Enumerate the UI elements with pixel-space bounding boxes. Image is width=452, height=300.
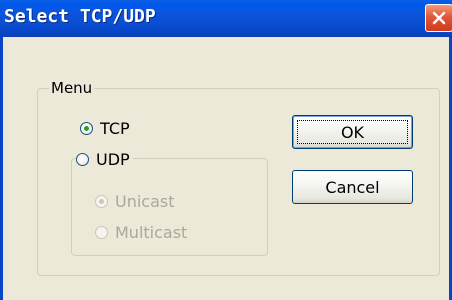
multicast-radio-option: Multicast — [95, 222, 188, 242]
multicast-radio-button — [95, 225, 108, 239]
tcp-radio-label: TCP — [100, 118, 130, 138]
unicast-radio-label: Unicast — [115, 191, 175, 211]
unicast-radio-option: Unicast — [95, 191, 175, 211]
window-border-left — [0, 37, 3, 300]
udp-radio-option[interactable]: UDP — [76, 149, 133, 169]
cancel-button[interactable]: Cancel — [292, 170, 413, 204]
udp-radio-label: UDP — [96, 149, 130, 169]
cancel-button-label: Cancel — [325, 177, 380, 197]
ok-button[interactable]: OK — [292, 115, 413, 149]
tcp-radio-button[interactable] — [80, 121, 93, 135]
tcp-radio-option[interactable]: TCP — [80, 118, 130, 138]
title-bar[interactable]: Select TCP/UDP — [0, 0, 452, 37]
udp-radio-button[interactable] — [76, 152, 89, 166]
focus-rectangle — [297, 120, 408, 144]
close-button[interactable] — [425, 4, 452, 32]
close-icon — [432, 11, 446, 25]
menu-group-label: Menu — [49, 79, 95, 97]
select-tcp-udp-dialog: Select TCP/UDP Menu TCP UDP Unicast Mult… — [0, 0, 452, 300]
unicast-radio-button — [95, 194, 108, 208]
window-title: Select TCP/UDP — [4, 6, 156, 27]
multicast-radio-label: Multicast — [115, 222, 188, 242]
